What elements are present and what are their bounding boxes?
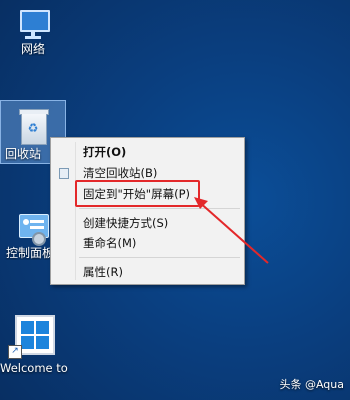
watermark: 头条 @Aqua	[279, 378, 344, 391]
network-icon	[16, 8, 50, 42]
menu-item-create-shortcut[interactable]: 创建快捷方式(S)	[83, 216, 168, 230]
annotation-arrow	[194, 197, 269, 264]
desktop: 网络 ♻ 回收站 控制面板 ↗ Welcome to Tech Previ...…	[0, 0, 350, 400]
menu-item-properties[interactable]: 属性(R)	[83, 265, 123, 279]
desktop-icon-label: 网络	[20, 42, 45, 56]
menu-item-rename[interactable]: 重命名(M)	[83, 236, 136, 250]
arrow-line	[197, 200, 269, 264]
recycle-bin-icon: ♻	[18, 109, 49, 145]
desktop-icon-network[interactable]: 网络	[0, 8, 66, 56]
shortcut-arrow-icon: ↗	[8, 345, 22, 359]
control-panel-icon	[16, 212, 50, 246]
desktop-icon-label: Welcome to Tech Previ...	[0, 361, 70, 375]
menu-item-open[interactable]: 打开(O)	[83, 145, 126, 159]
highlight-box	[75, 180, 200, 207]
desktop-icon-welcome[interactable]: ↗ Welcome to Tech Previ...	[0, 315, 70, 376]
recycle-bin-icon	[57, 166, 71, 180]
menu-item-empty-recycle-bin[interactable]: 清空回收站(B)	[83, 166, 157, 180]
menu-gutter	[75, 142, 76, 280]
